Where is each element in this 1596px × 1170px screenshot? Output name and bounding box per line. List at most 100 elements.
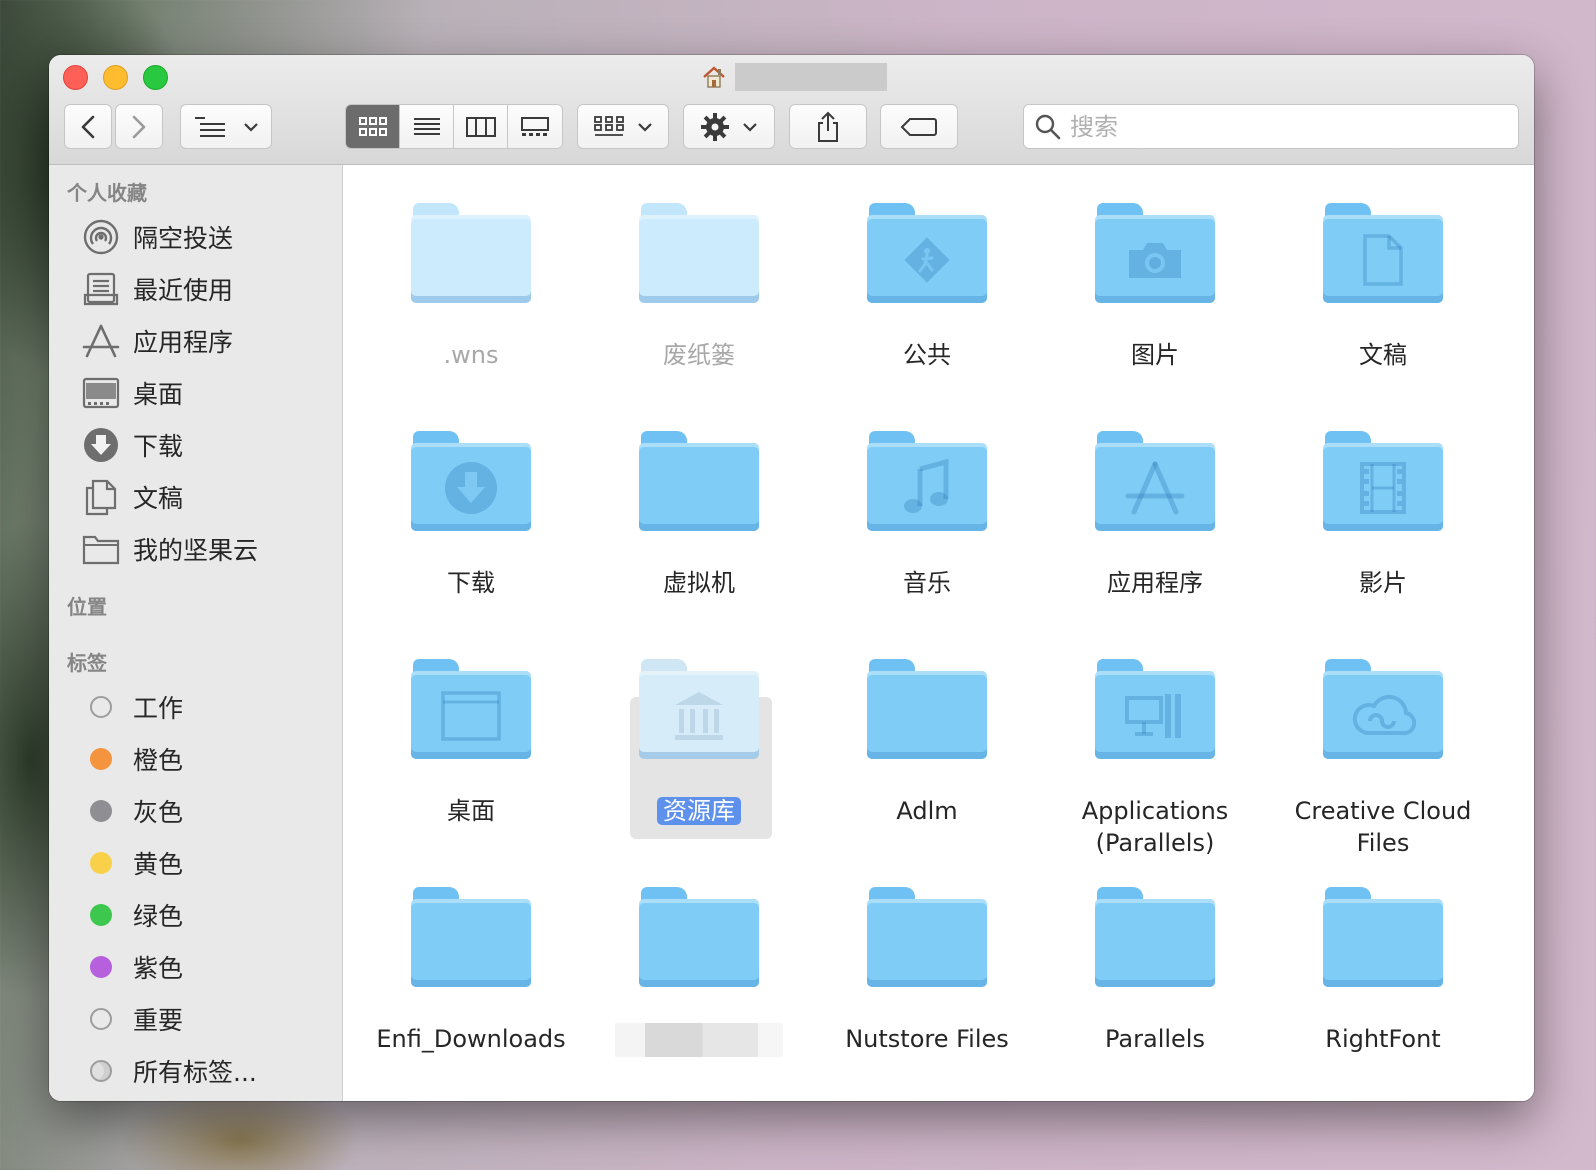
sidebar-tag-orange[interactable]: 橙色 — [81, 737, 183, 781]
folder-icon — [81, 529, 121, 569]
sidebar-tag-important[interactable]: 重要 — [81, 997, 183, 1041]
chevron-right-icon — [132, 115, 146, 138]
file-name: Adlm — [896, 797, 958, 825]
sidebar-tag-green[interactable]: 绿色 — [81, 893, 183, 937]
file-name: 图片 — [1131, 341, 1179, 369]
file-item[interactable]: 图片 — [1041, 203, 1269, 371]
sidebar-tag-work[interactable]: 工作 — [81, 685, 183, 729]
file-item[interactable]: 虚拟机 — [585, 431, 813, 599]
all-tags-icon — [90, 1060, 112, 1082]
zoom-button[interactable] — [143, 65, 168, 90]
column-view-button[interactable] — [454, 105, 508, 148]
close-button[interactable] — [63, 65, 88, 90]
file-item[interactable]: 音乐 — [813, 431, 1041, 599]
chevron-down-icon — [638, 122, 652, 132]
sidebar-item-desktop[interactable]: 桌面 — [81, 371, 183, 415]
file-item[interactable]: 下载 — [357, 431, 585, 599]
file-item[interactable]: Adlm — [813, 659, 1041, 827]
folder-icon — [867, 203, 987, 303]
folder-icon — [1323, 659, 1443, 759]
music-icon — [867, 445, 987, 531]
file-name: .wns — [443, 341, 499, 369]
sidebar-item-downloads[interactable]: 下载 — [81, 423, 183, 467]
sidebar-item-jianguoyun[interactable]: 我的坚果云 — [81, 527, 258, 571]
tags-button[interactable] — [880, 104, 958, 149]
file-item[interactable]: Parallels — [1041, 887, 1269, 1055]
file-item[interactable]: RightFont — [1269, 887, 1497, 1055]
list-view-button[interactable] — [400, 105, 454, 148]
favorites-section-title: 个人收藏 — [67, 181, 147, 205]
search-input[interactable] — [1070, 112, 1490, 141]
file-item[interactable]: 桌面 — [357, 659, 585, 827]
share-icon — [818, 111, 838, 142]
file-item[interactable]: 资源库 — [585, 659, 813, 827]
sidebar-item-label: 文稿 — [133, 484, 184, 513]
file-item[interactable]: 废纸篓 — [585, 203, 813, 371]
file-name: 公共 — [903, 341, 951, 369]
file-name: 桌面 — [447, 797, 495, 825]
file-item[interactable]: 文稿 — [1269, 203, 1497, 371]
sidebar-tag-all[interactable]: 所有标签... — [81, 1049, 257, 1093]
file-name: Enfi_Downloads — [376, 1025, 566, 1053]
sidebar-item-documents[interactable]: 文稿 — [81, 475, 183, 519]
file-name: Applications (Parallels) — [1081, 797, 1229, 857]
back-button[interactable] — [64, 104, 112, 149]
forward-button[interactable] — [115, 104, 163, 149]
folder-icon — [639, 887, 759, 987]
parallels-apps-icon — [1095, 673, 1215, 759]
sidebar-tag-yellow[interactable]: 黄色 — [81, 841, 183, 885]
gear-icon — [701, 112, 729, 141]
recents-icon — [81, 269, 121, 309]
file-item[interactable]: Enfi_Downloads — [357, 887, 585, 1055]
sidebar-item-label: 灰色 — [133, 798, 184, 827]
tag-dot-icon — [90, 696, 112, 718]
sidebar-item-applications[interactable]: 应用程序 — [81, 319, 233, 363]
group-by-button[interactable] — [180, 104, 272, 149]
library-icon — [639, 673, 759, 759]
sidebar-item-airdrop[interactable]: 隔空投送 — [81, 215, 233, 259]
action-button[interactable] — [683, 104, 775, 149]
locations-section-title: 位置 — [67, 595, 107, 619]
share-button[interactable] — [789, 104, 867, 149]
file-name: 资源库 — [585, 795, 813, 827]
search-icon — [1035, 114, 1061, 139]
minimize-button[interactable] — [103, 65, 128, 90]
view-mode-segmented — [345, 104, 563, 149]
sidebar-item-label: 重要 — [133, 1006, 184, 1035]
file-item[interactable]: 影片 — [1269, 431, 1497, 599]
icon-grid-icon — [358, 116, 387, 136]
gallery-view-button[interactable] — [508, 105, 562, 148]
file-item[interactable]: 应用程序 — [1041, 431, 1269, 599]
sidebar-item-label: 绿色 — [133, 902, 184, 931]
chevron-down-icon — [244, 122, 258, 132]
public-icon — [867, 217, 987, 303]
file-grid: .wns 废纸篓 公共 图片 文稿下载 虚拟机 音乐 应用程序 影片桌面 资源库 Adlm Appli… — [344, 165, 1534, 1101]
tag-dot-icon — [90, 904, 112, 926]
sidebar-item-label: 隔空投送 — [133, 224, 234, 253]
file-item[interactable]: Applications (Parallels) — [1041, 659, 1269, 859]
file-item[interactable]: .wns — [357, 203, 585, 371]
folder-icon — [639, 203, 759, 303]
tags-section-title: 标签 — [67, 651, 107, 675]
sidebar-tag-purple[interactable]: 紫色 — [81, 945, 183, 989]
columns-icon — [465, 116, 496, 137]
file-item[interactable] — [585, 887, 813, 1061]
file-name: 下载 — [447, 569, 495, 597]
document-icon — [1323, 217, 1443, 303]
icon-view-button[interactable] — [346, 105, 400, 148]
folder-icon — [639, 659, 759, 759]
folder-icon — [1323, 431, 1443, 531]
camera-icon — [1095, 217, 1215, 303]
file-item[interactable]: Creative Cloud Files — [1269, 659, 1497, 859]
sidebar-item-label: 工作 — [133, 694, 184, 723]
sidebar-tag-gray[interactable]: 灰色 — [81, 789, 183, 833]
file-item[interactable]: Nutstore Files — [813, 887, 1041, 1055]
file-item[interactable]: 公共 — [813, 203, 1041, 371]
applications-icon — [81, 321, 121, 361]
search-field[interactable] — [1023, 104, 1519, 149]
sidebar-item-recents[interactable]: 最近使用 — [81, 267, 233, 311]
redacted-filename — [615, 1023, 783, 1057]
finder-window: 个人收藏 隔空投送 最近使用 应用程序 桌面 — [49, 55, 1534, 1101]
folder-icon — [411, 659, 531, 759]
arrange-button[interactable] — [577, 104, 669, 149]
